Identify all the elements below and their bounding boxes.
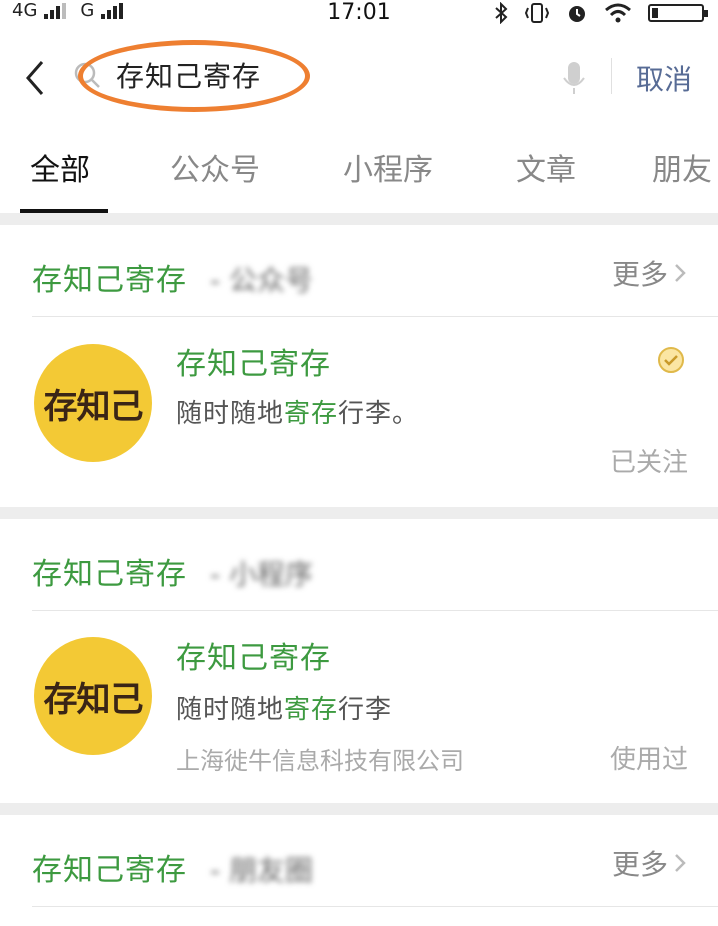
- result-description: 随时随地寄存行李。: [176, 399, 420, 429]
- section-gap: [0, 507, 718, 519]
- tab-articles[interactable]: 文章: [516, 145, 576, 189]
- tab-all[interactable]: 全部: [30, 145, 90, 189]
- more-button[interactable]: 更多: [612, 843, 686, 883]
- result-description: 随时随地寄存行李: [176, 695, 393, 725]
- tab-moments[interactable]: 朋友: [652, 145, 712, 189]
- section-suffix: - 小程序: [210, 558, 314, 591]
- cancel-button[interactable]: 取消: [636, 58, 692, 98]
- section-gap: [0, 213, 718, 225]
- separator: [611, 58, 612, 94]
- section-title: 存知己寄存: [32, 263, 187, 298]
- alarm-icon: [569, 6, 585, 22]
- result-name: 存知己寄存: [176, 641, 331, 676]
- microphone-icon[interactable]: [562, 60, 586, 96]
- bluetooth-icon: [495, 2, 508, 24]
- more-button[interactable]: 更多: [612, 253, 686, 293]
- follow-status: 已关注: [609, 448, 688, 478]
- chevron-right-icon: [675, 854, 686, 872]
- more-label: 更多: [611, 258, 668, 291]
- chevron-right-icon: [675, 264, 686, 282]
- avatar-logo-text: 存知己: [43, 386, 144, 427]
- section-title: 存知己寄存: [32, 853, 187, 888]
- result-name: 存知己寄存: [176, 347, 331, 382]
- section-title: 存知己寄存: [32, 557, 187, 592]
- search-bar: 存知己寄存 取消: [0, 28, 718, 123]
- usage-status: 使用过: [609, 745, 688, 775]
- avatar: 存知己: [34, 344, 152, 462]
- status-bar: 4G G 17:01: [0, 0, 718, 28]
- wifi-icon: [605, 3, 631, 23]
- avatar-logo-text: 存知己: [43, 679, 144, 720]
- section-gap: [0, 803, 718, 815]
- official-account-result[interactable]: 存知己 存知己寄存 随时随地寄存行李。 已关注: [0, 317, 718, 507]
- filter-tabs: 全部 公众号 小程序 文章 朋友: [0, 123, 718, 213]
- tab-official-accounts[interactable]: 公众号: [170, 145, 260, 189]
- section-header-mini-program: 存知己寄存 - 小程序: [0, 519, 718, 609]
- divider: [32, 906, 718, 907]
- back-arrow-icon[interactable]: [22, 58, 48, 98]
- battery-icon: [648, 4, 708, 22]
- section-header-official-account: 存知己寄存 - 公众号 更多: [0, 225, 718, 315]
- vibrate-icon: [524, 3, 550, 23]
- more-label: 更多: [611, 848, 668, 881]
- verified-icon: [658, 347, 684, 373]
- section-suffix: - 朋友圈: [210, 854, 314, 887]
- annotation-ellipse: [78, 40, 310, 112]
- avatar: 存知己: [34, 637, 152, 755]
- section-suffix: - 公众号: [210, 264, 314, 297]
- developer-name: 上海徙牛信息科技有限公司: [176, 747, 464, 775]
- tab-mini-programs[interactable]: 小程序: [343, 145, 433, 189]
- section-header-moments: 存知己寄存 - 朋友圈 更多: [0, 815, 718, 905]
- mini-program-result[interactable]: 存知己 存知己寄存 随时随地寄存行李 上海徙牛信息科技有限公司 使用过: [0, 611, 718, 803]
